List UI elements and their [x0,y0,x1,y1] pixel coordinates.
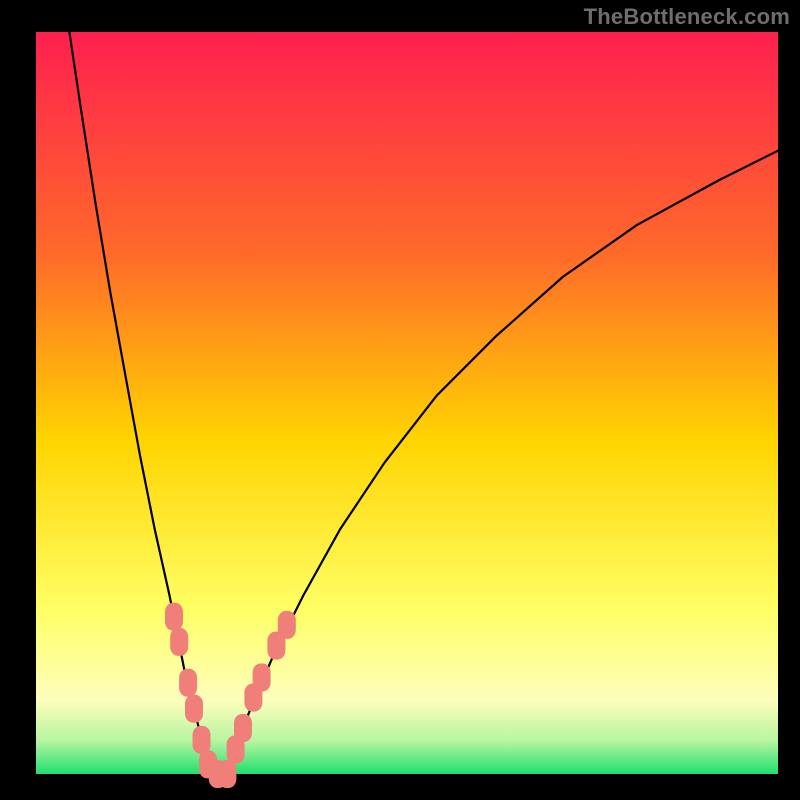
data-marker [185,695,203,723]
data-marker [218,760,236,788]
data-marker [179,669,197,697]
data-marker [193,726,211,754]
plot-background [36,32,778,774]
data-marker [165,603,183,631]
data-marker [253,664,271,692]
data-marker [234,714,252,742]
source-watermark: TheBottleneck.com [584,4,790,30]
chart-stage: TheBottleneck.com [0,0,800,800]
data-marker [170,628,188,656]
data-marker [278,611,296,639]
chart-svg [0,0,800,800]
